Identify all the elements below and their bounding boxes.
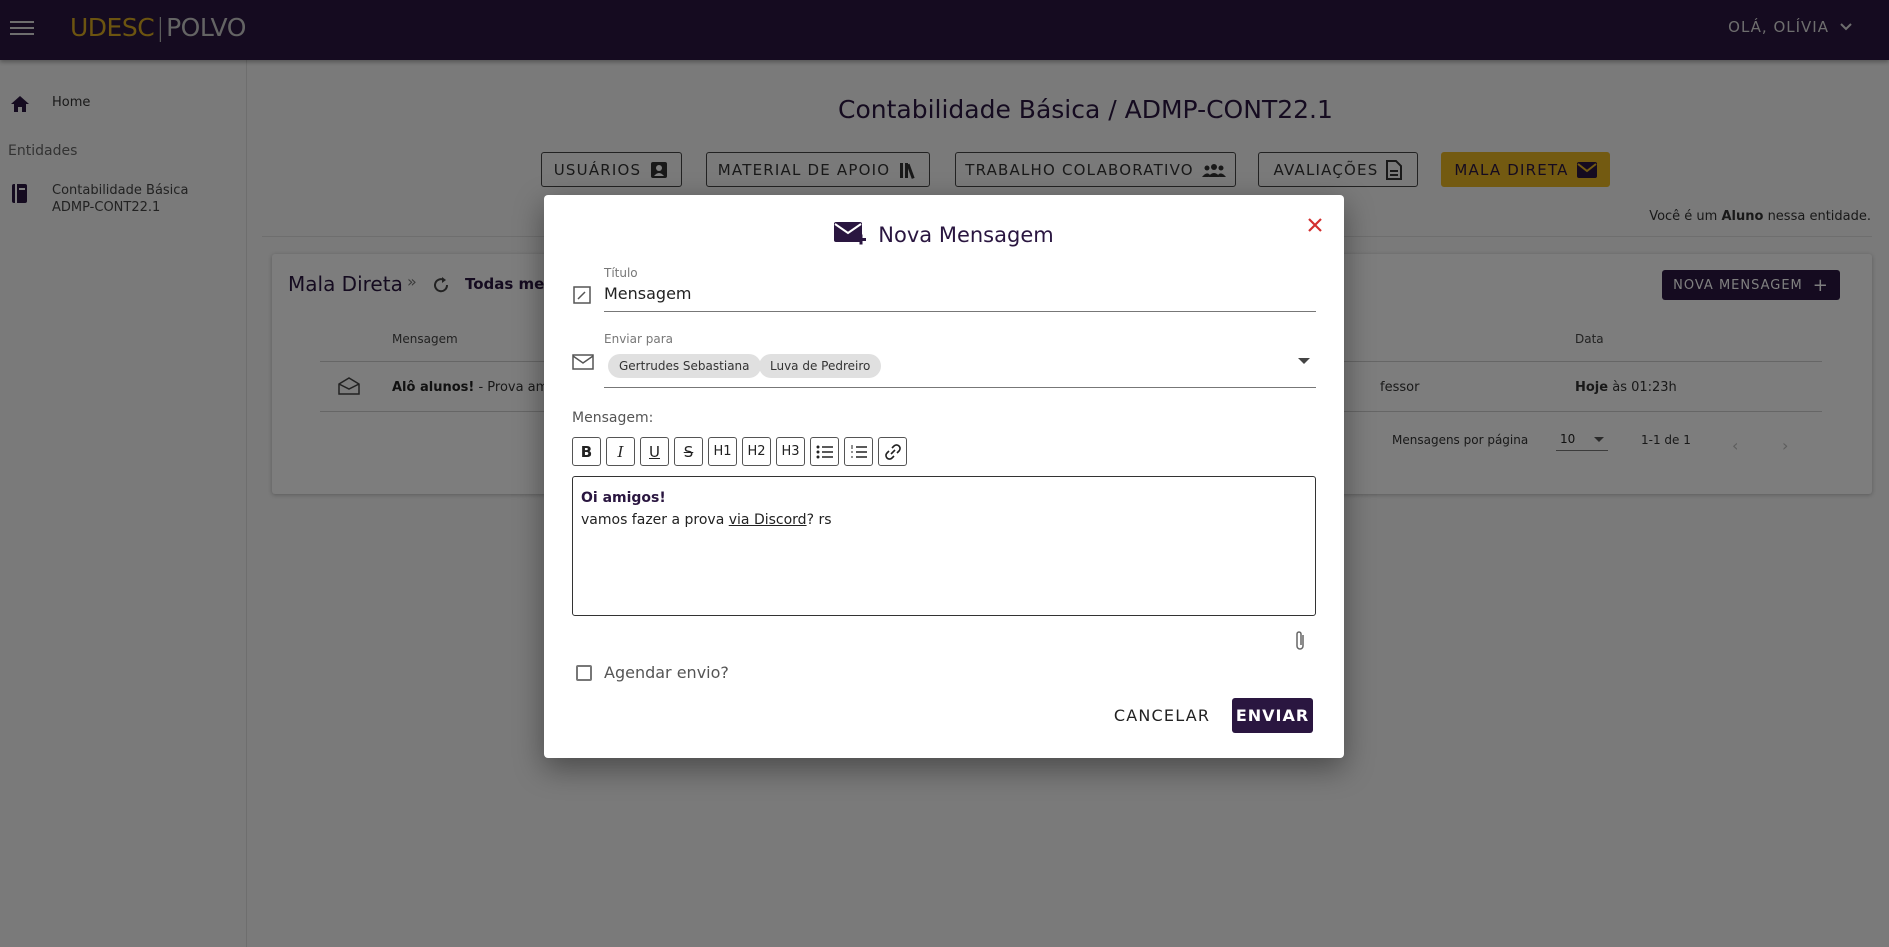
editor-line-2: vamos fazer a prova via Discord? rs (581, 509, 1307, 531)
editor-link[interactable]: via Discord (729, 512, 807, 528)
numbered-list-button[interactable] (844, 437, 873, 466)
close-icon[interactable] (1304, 214, 1326, 236)
numbered-list-icon (850, 444, 867, 458)
mail-add-icon (834, 222, 867, 245)
recipient-chip[interactable]: Luva de Pedreiro (759, 354, 882, 378)
mail-outline-icon (572, 354, 594, 370)
title-field-label: Título (604, 266, 638, 280)
heading1-button[interactable]: H1 (708, 437, 737, 466)
title-field-underline (604, 311, 1316, 312)
bold-button[interactable]: B (572, 437, 601, 466)
send-button[interactable]: ENVIAR (1232, 698, 1313, 733)
italic-button[interactable]: I (606, 437, 635, 466)
editor-line-1: Oi amigos! (581, 490, 666, 506)
link-button[interactable] (878, 437, 907, 466)
message-editor[interactable]: Oi amigos! vamos fazer a prova via Disco… (572, 476, 1316, 616)
recipients-label: Enviar para (604, 332, 673, 346)
recipients-underline (604, 387, 1316, 388)
schedule-checkbox[interactable] (576, 665, 592, 681)
recipient-chip[interactable]: Gertrudes Sebastiana (608, 354, 761, 378)
link-icon (884, 443, 901, 460)
underline-button[interactable]: U (640, 437, 669, 466)
dropdown-arrow-icon[interactable] (1298, 358, 1310, 364)
bullet-list-button[interactable] (810, 437, 839, 466)
dialog-header: Nova Mensagem (544, 220, 1344, 250)
dialog-title: Nova Mensagem (878, 223, 1054, 247)
message-label: Mensagem: (572, 410, 654, 426)
paperclip-icon[interactable] (1292, 629, 1308, 653)
heading3-button[interactable]: H3 (776, 437, 805, 466)
title-field[interactable]: Mensagem (604, 284, 692, 303)
editor-text: ? rs (806, 512, 832, 528)
cancel-button[interactable]: CANCELAR (1112, 698, 1212, 732)
new-message-dialog: Nova Mensagem Título Mensagem Enviar par… (544, 195, 1344, 758)
schedule-label: Agendar envio? (604, 663, 729, 682)
bullet-list-icon (816, 445, 833, 458)
editor-text: vamos fazer a prova (581, 512, 729, 528)
heading2-button[interactable]: H2 (742, 437, 771, 466)
strikethrough-button[interactable]: S (674, 437, 703, 466)
edit-note-icon (573, 286, 591, 304)
